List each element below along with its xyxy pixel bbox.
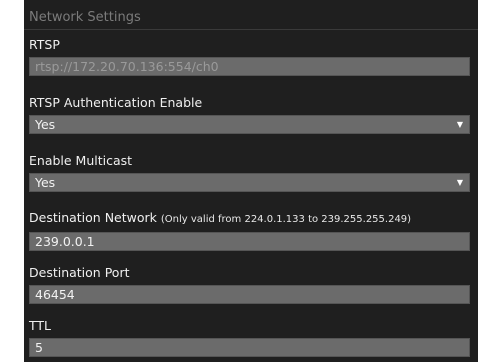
chevron-down-icon: ▼ — [456, 178, 463, 187]
multicast-field: Enable Multicast Yes ▼ — [29, 153, 470, 192]
dest-network-label: Destination Network — [29, 210, 157, 225]
multicast-select[interactable]: Yes ▼ — [29, 173, 470, 192]
dest-network-input[interactable]: 239.0.0.1 — [29, 232, 470, 251]
dest-network-label-row: Destination Network (Only valid from 224… — [29, 210, 470, 228]
dest-port-input[interactable]: 46454 — [29, 285, 470, 304]
rtsp-url-input[interactable]: rtsp://172.20.70.136:554/ch0 — [29, 57, 470, 76]
rtsp-label: RTSP — [29, 37, 60, 52]
rtsp-field: RTSP rtsp://172.20.70.136:554/ch0 — [29, 37, 470, 76]
multicast-label: Enable Multicast — [29, 153, 133, 168]
rtsp-auth-field: RTSP Authentication Enable Yes ▼ — [29, 95, 470, 134]
network-settings-panel: Network Settings RTSP rtsp://172.20.70.1… — [24, 0, 478, 362]
ttl-field: TTL 5 — [29, 318, 470, 357]
dest-port-label: Destination Port — [29, 265, 130, 280]
section-title: Network Settings — [24, 0, 478, 30]
chevron-down-icon: ▼ — [456, 120, 463, 129]
ttl-label: TTL — [29, 318, 52, 333]
dest-port-field: Destination Port 46454 — [29, 265, 470, 304]
ttl-input[interactable]: 5 — [29, 338, 470, 357]
dest-network-field: Destination Network (Only valid from 224… — [29, 210, 470, 251]
rtsp-auth-select[interactable]: Yes ▼ — [29, 115, 470, 134]
multicast-value: Yes — [35, 175, 56, 190]
rtsp-auth-label: RTSP Authentication Enable — [29, 95, 203, 110]
rtsp-auth-value: Yes — [35, 117, 56, 132]
dest-network-note: (Only valid from 224.0.1.133 to 239.255.… — [160, 214, 412, 225]
